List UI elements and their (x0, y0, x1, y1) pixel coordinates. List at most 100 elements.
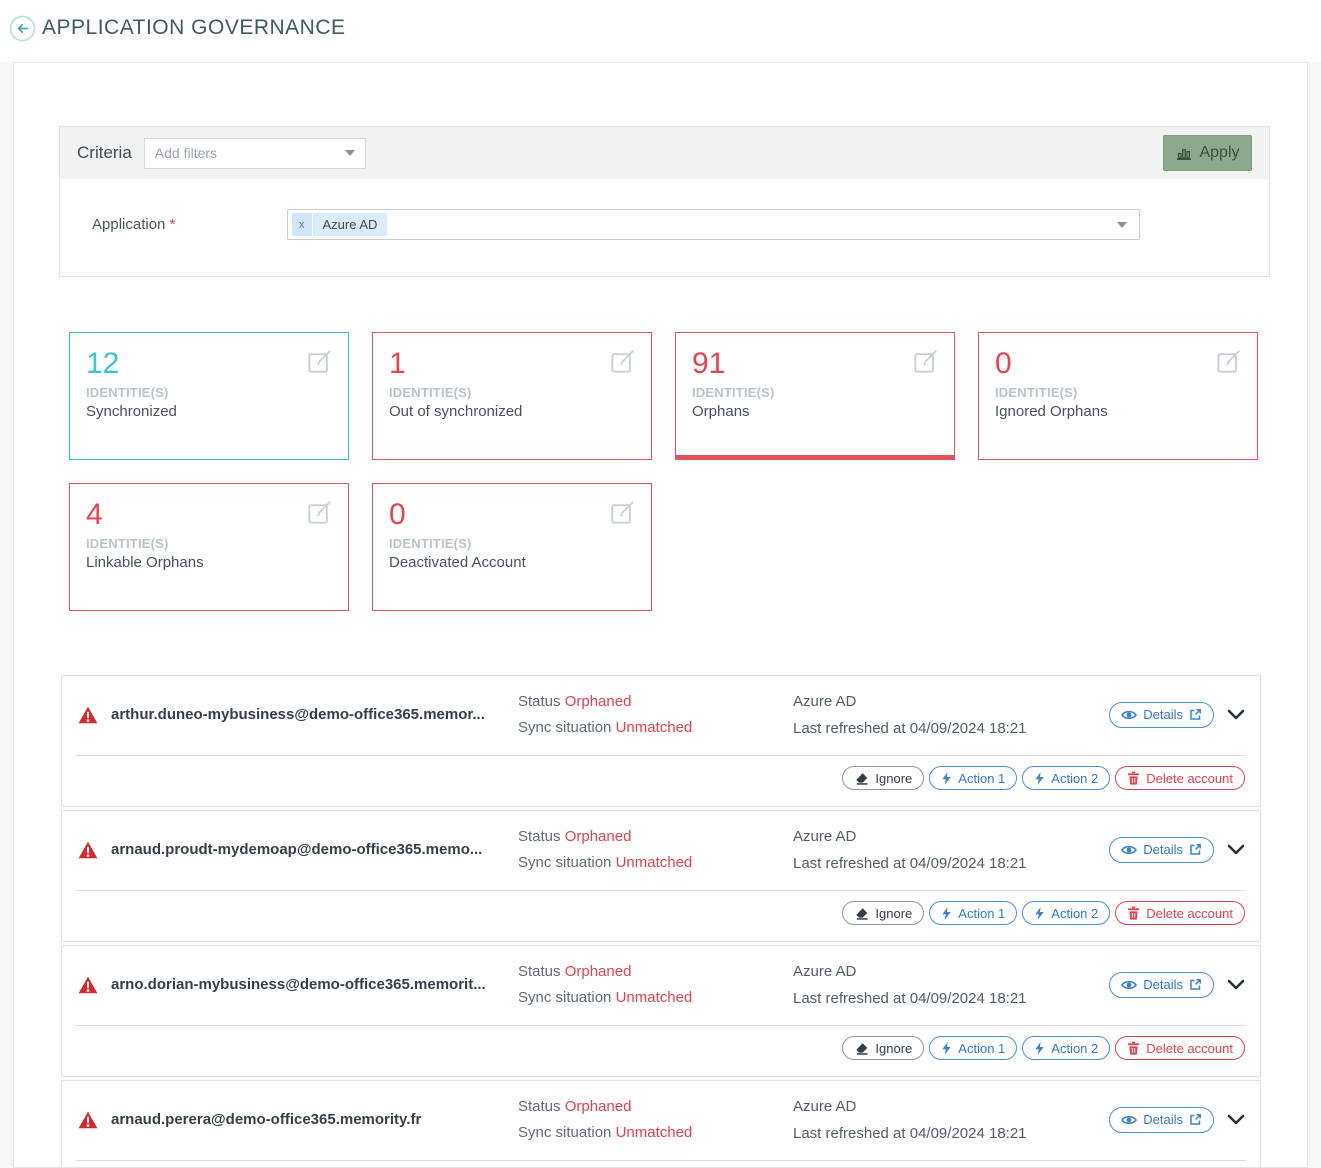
stats-grid: 12 IDENTITIE(S) Synchronized 1 IDENTITIE… (69, 332, 1258, 611)
warning-icon (78, 1111, 98, 1129)
edit-icon[interactable] (608, 497, 638, 527)
details-label: Details (1143, 707, 1183, 722)
identities-label: IDENTITIE(S) (389, 385, 635, 400)
external-link-icon (1189, 843, 1202, 856)
lightning-icon (1034, 906, 1045, 921)
action2-label: Action 2 (1051, 906, 1098, 921)
stat-value: 0 (995, 346, 1241, 382)
stat-card-out-of-synchronized[interactable]: 1 IDENTITIE(S) Out of synchronized (372, 332, 652, 460)
edit-icon[interactable] (305, 346, 335, 376)
application-name: Azure AD (793, 963, 856, 980)
account-email: arnaud.proudt-mydemoap@demo-office365.me… (111, 841, 518, 858)
application-tag-label: Azure AD (313, 213, 388, 236)
delete-account-button[interactable]: Delete account (1115, 901, 1245, 925)
expand-row-button[interactable] (1227, 979, 1245, 990)
last-refreshed: Last refreshed at 04/09/2024 18:21 (793, 990, 1027, 1007)
expand-row-button[interactable] (1227, 1114, 1245, 1125)
action2-label: Action 2 (1051, 771, 1098, 786)
stat-card-linkable-orphans[interactable]: 4 IDENTITIE(S) Linkable Orphans (69, 483, 349, 611)
row-actions: Ignore Action 1 Action 2 (62, 891, 1260, 941)
application-label-text: Application (92, 216, 165, 233)
ignore-button[interactable]: Ignore (842, 901, 924, 925)
ignore-button[interactable]: Ignore (842, 766, 924, 790)
trash-icon (1127, 906, 1140, 920)
status-column: Status Orphaned Sync situation Unmatched (518, 1094, 793, 1146)
external-link-icon (1189, 708, 1202, 721)
identities-label: IDENTITIE(S) (995, 385, 1241, 400)
status-column: Status Orphaned Sync situation Unmatched (518, 959, 793, 1011)
edit-icon[interactable] (1214, 346, 1244, 376)
account-row-main: arthur.duneo-mybusiness@demo-office365.m… (62, 676, 1260, 749)
eye-icon (1121, 709, 1137, 721)
criteria-header: Criteria Add filters Apply (60, 127, 1269, 179)
action2-button[interactable]: Action 2 (1022, 901, 1110, 925)
action1-label: Action 1 (958, 1041, 1005, 1056)
row-controls: Details (1109, 837, 1245, 863)
stat-card-orphans[interactable]: 91 IDENTITIE(S) Orphans (675, 332, 955, 460)
add-filters-placeholder: Add filters (155, 145, 217, 161)
warning-icon (78, 976, 98, 994)
status-column: Status Orphaned Sync situation Unmatched (518, 824, 793, 876)
stat-label: Linkable Orphans (86, 554, 332, 571)
chevron-down-icon (1227, 1114, 1245, 1125)
external-link-icon (1189, 978, 1202, 991)
main-panel: Criteria Add filters Apply Application * (13, 62, 1308, 1168)
action2-button[interactable]: Action 2 (1022, 1036, 1110, 1060)
remove-tag-button[interactable]: x (292, 213, 312, 236)
account-row-main: arnaud.perera@demo-office365.memority.fr… (62, 1081, 1260, 1154)
expand-row-button[interactable] (1227, 709, 1245, 720)
warning-icon (78, 706, 98, 724)
ignore-button[interactable]: Ignore (842, 1036, 924, 1060)
eye-icon (1121, 979, 1137, 991)
details-button[interactable]: Details (1109, 702, 1214, 728)
action1-button[interactable]: Action 1 (929, 766, 1017, 790)
application-name: Azure AD (793, 828, 856, 845)
account-email: arnaud.perera@demo-office365.memority.fr (111, 1111, 518, 1128)
delete-label: Delete account (1146, 771, 1233, 786)
chevron-down-icon (1227, 844, 1245, 855)
delete-account-button[interactable]: Delete account (1115, 766, 1245, 790)
edit-icon[interactable] (911, 346, 941, 376)
stat-value: 1 (389, 346, 635, 382)
expand-row-button[interactable] (1227, 844, 1245, 855)
back-button[interactable] (9, 15, 36, 42)
stat-card-deactivated-account[interactable]: 0 IDENTITIE(S) Deactivated Account (372, 483, 652, 611)
application-name: Azure AD (793, 1098, 856, 1115)
application-column: Azure AD Last refreshed at 04/09/2024 18… (793, 688, 1109, 742)
row-actions: Ignore Action 1 Action 2 (62, 1026, 1260, 1076)
add-filters-select[interactable]: Add filters (144, 138, 366, 169)
stat-label: Ignored Orphans (995, 403, 1241, 420)
action1-button[interactable]: Action 1 (929, 1036, 1017, 1060)
edit-icon[interactable] (608, 346, 638, 376)
account-email: arno.dorian-mybusiness@demo-office365.me… (111, 976, 518, 993)
eraser-icon (854, 1041, 869, 1056)
trash-icon (1127, 771, 1140, 785)
top-header: APPLICATION GOVERNANCE (0, 0, 1321, 62)
action1-button[interactable]: Action 1 (929, 901, 1017, 925)
sync-label: Sync situation (518, 989, 611, 1006)
status-value: Orphaned (565, 828, 632, 845)
delete-account-button[interactable]: Delete account (1115, 1036, 1245, 1060)
application-select[interactable]: x Azure AD (287, 209, 1140, 240)
identities-label: IDENTITIE(S) (86, 385, 332, 400)
stat-card-ignored-orphans[interactable]: 0 IDENTITIE(S) Ignored Orphans (978, 332, 1258, 460)
sync-label: Sync situation (518, 719, 611, 736)
row-actions: Ignore Action 1 Action 2 (62, 756, 1260, 806)
criteria-box: Criteria Add filters Apply Application * (59, 126, 1270, 277)
stat-label: Synchronized (86, 403, 332, 420)
status-value: Orphaned (565, 693, 632, 710)
details-button[interactable]: Details (1109, 972, 1214, 998)
edit-icon[interactable] (305, 497, 335, 527)
criteria-body: Application * x Azure AD (60, 179, 1269, 276)
row-controls: Details (1109, 1107, 1245, 1133)
lightning-icon (1034, 1041, 1045, 1056)
status-label: Status (518, 1098, 561, 1115)
details-button[interactable]: Details (1109, 1107, 1214, 1133)
details-button[interactable]: Details (1109, 837, 1214, 863)
stat-card-synchronized[interactable]: 12 IDENTITIE(S) Synchronized (69, 332, 349, 460)
apply-button[interactable]: Apply (1163, 135, 1252, 171)
ignore-label: Ignore (875, 906, 912, 921)
action2-button[interactable]: Action 2 (1022, 766, 1110, 790)
last-refreshed: Last refreshed at 04/09/2024 18:21 (793, 855, 1027, 872)
eye-icon (1121, 1114, 1137, 1126)
